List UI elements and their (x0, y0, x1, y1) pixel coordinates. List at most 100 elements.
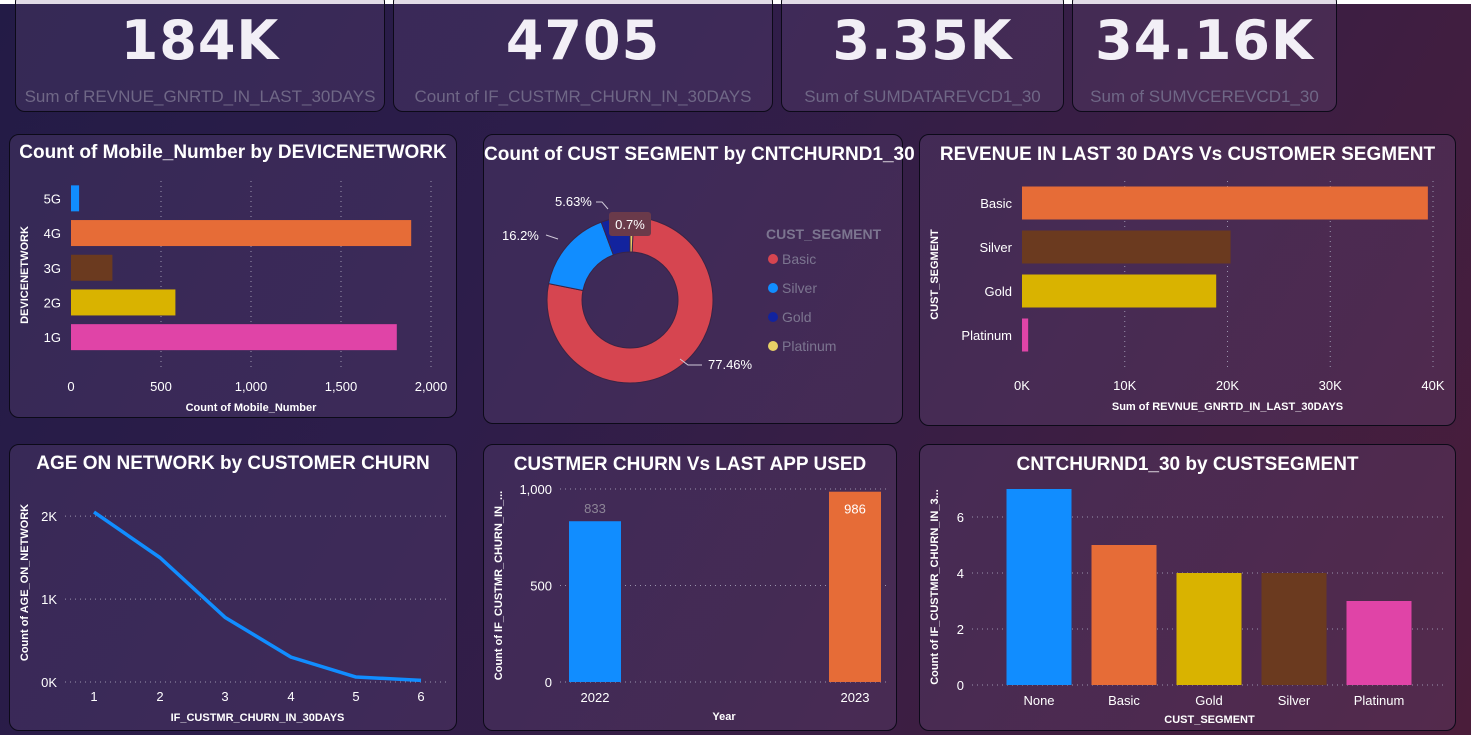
bar-platinum (1346, 601, 1412, 685)
x-axis-label: Sum of REVNUE_GNRTD_IN_LAST_30DAYS (1112, 401, 1343, 413)
data-label: 77.46% (708, 357, 753, 372)
slice-silver (548, 221, 615, 292)
x-tick-label: 2 (156, 689, 163, 704)
x-axis-label: IF_CUSTMR_CHURN_IN_30DAYS (171, 712, 345, 724)
bar-gold (1176, 573, 1242, 685)
x-tick-label: 5 (352, 689, 359, 704)
y-tick-label: Gold (985, 284, 1012, 299)
y-tick-label: 0 (545, 675, 552, 690)
bar-5g (71, 185, 80, 212)
chart-cntchurn-segment: 0 2 4 6 None Basic Gold Silver Platinum CUST_SEGM… (929, 489, 1447, 726)
series-line (93, 510, 422, 683)
kpi-value-data-revenue: 3.35K (832, 9, 1013, 72)
bar-platinum (1022, 318, 1029, 352)
y-axis-label: Count of AGE_ON_NETWORK (19, 504, 31, 661)
x-tick-label: None (1023, 693, 1054, 708)
kpi-label-churn: Count of IF_CUSTMR_CHURN_IN_30DAYS (414, 87, 752, 106)
panel-cntchurn-segment[interactable]: CNTCHURND1_30 by CUSTSEGMENT 0 2 4 6 None Bas… (919, 444, 1456, 731)
leader-line (596, 201, 609, 210)
y-tick-label: 1K (41, 592, 57, 607)
bar-2022 (569, 521, 621, 682)
kpi-label-data-revenue: Sum of SUMDATAREVCD1_30 (804, 87, 1041, 106)
chart-devicenetwork: 0 500 1,000 1,500 2,000 5G 4G 3G 2G 1G Count of Mo… (19, 181, 448, 414)
y-tick-label: 500 (530, 579, 552, 594)
panel-age-on-network[interactable]: AGE ON NETWORK by CUSTOMER CHURN 0K 1K 2K 1… (9, 444, 457, 731)
x-tick-label: 2022 (581, 690, 610, 705)
bar-gold (1022, 274, 1217, 308)
x-tick-label: 10K (1113, 378, 1136, 393)
y-axis-label: DEVICENETWORK (19, 226, 31, 324)
bar-silver (1261, 573, 1327, 685)
leader-line (545, 234, 559, 240)
legend-swatch-silver (768, 283, 778, 293)
x-tick-label: 2023 (841, 690, 870, 705)
x-tick-label: 20K (1216, 378, 1239, 393)
data-label: 0.7% (615, 217, 645, 232)
kpi-card-revenue[interactable]: 184K Sum of REVNUE_GNRTD_IN_LAST_30DAYS (15, 0, 385, 112)
kpi-value-voice-revenue: 34.16K (1095, 9, 1314, 72)
y-tick-label: 5G (44, 191, 61, 206)
legend-item-platinum: Platinum (782, 338, 836, 354)
y-tick-label: 2 (957, 622, 964, 637)
y-tick-label: 3G (44, 261, 61, 276)
y-tick-label: 1,000 (519, 482, 552, 497)
legend-swatch-gold (768, 312, 778, 322)
bar-silver (1022, 230, 1231, 264)
kpi-card-data-revenue[interactable]: 3.35K Sum of SUMDATAREVCD1_30 (781, 0, 1064, 112)
x-tick-label: Silver (1278, 693, 1311, 708)
bar-4g (71, 220, 412, 247)
x-axis-label: CUST_SEGMENT (1164, 714, 1255, 726)
bar-2023 (829, 491, 881, 682)
kpi-card-voice-revenue[interactable]: 34.16K Sum of SUMVCEREVCD1_30 (1072, 0, 1337, 112)
y-axis-label: CUST_SEGMENT (929, 229, 941, 320)
x-tick-label: 30K (1319, 378, 1342, 393)
legend-swatch-basic (768, 254, 778, 264)
bar-2g (71, 289, 176, 316)
kpi-value-revenue: 184K (120, 9, 280, 72)
data-label: 833 (584, 501, 606, 516)
x-tick-label: 2,000 (415, 379, 448, 394)
data-label: 5.63% (555, 194, 592, 209)
x-axis-label: Count of Mobile_Number (186, 402, 317, 414)
panel-devicenetwork[interactable]: Count of Mobile_Number by DEVICENETWORK … (9, 134, 457, 418)
y-tick-label: 1G (44, 330, 61, 345)
x-tick-label: Platinum (1354, 693, 1405, 708)
panel-cust-segment-donut[interactable]: Count of CUST SEGMENT by CNTCHURND1_30 7… (483, 134, 915, 424)
y-tick-label: 0 (957, 678, 964, 693)
legend-item-gold: Gold (782, 309, 812, 325)
panel-revenue-segment[interactable]: REVENUE IN LAST 30 DAYS Vs CUSTOMER SEGM… (919, 134, 1456, 426)
x-tick-label: 1,000 (235, 379, 268, 394)
y-tick-label: 2G (44, 295, 61, 310)
y-axis-label: Count of IF_CUSTMR_CHURN_IN_... (493, 491, 505, 680)
kpi-card-churn[interactable]: 4705 Count of IF_CUSTMR_CHURN_IN_30DAYS (393, 0, 773, 112)
x-tick-label: 4 (287, 689, 294, 704)
bar-basic (1091, 545, 1157, 685)
y-tick-label: 4G (44, 226, 61, 241)
data-label: 16.2% (502, 228, 539, 243)
x-tick-label: 500 (150, 379, 172, 394)
y-axis-label: Count of IF_CUSTMR_CHURN_IN_3... (929, 489, 941, 685)
chart-churn-app: 0 500 1,000 2022 833 2023 986 Year Count of IF_C… (493, 482, 888, 723)
y-tick-label: 0K (41, 675, 57, 690)
bar-1g (71, 324, 397, 351)
x-tick-label: 1 (90, 689, 97, 704)
y-tick-label: Platinum (961, 328, 1012, 343)
panel-churn-app[interactable]: CUSTMER CHURN Vs LAST APP USED 0 500 1,000… (483, 444, 897, 731)
y-tick-label: 4 (957, 566, 964, 581)
y-tick-label: Basic (980, 196, 1012, 211)
kpi-label-voice-revenue: Sum of SUMVCEREVCD1_30 (1090, 87, 1319, 106)
data-label: 986 (844, 502, 866, 517)
x-tick-label: 3 (221, 689, 228, 704)
y-tick-label: 2K (41, 509, 57, 524)
kpi-label-revenue: Sum of REVNUE_GNRTD_IN_LAST_30DAYS (24, 87, 376, 106)
chart-age-on-network: 0K 1K 2K 1 2 3 4 5 6 IF_CUSTMR_CHURN_IN_30DAYS Cou… (19, 504, 450, 724)
y-tick-label: Silver (979, 240, 1012, 255)
x-tick-label: Basic (1108, 693, 1140, 708)
legend-item-silver: Silver (782, 280, 817, 296)
x-tick-label: 0 (67, 379, 74, 394)
legend-item-basic: Basic (782, 251, 816, 267)
x-tick-label: 0K (1014, 378, 1030, 393)
chart-revenue-segment: 0K 10K 20K 30K 40K Basic Silver Gold Platinum Sum… (929, 181, 1445, 413)
y-tick-label: 6 (957, 510, 964, 525)
x-tick-label: Gold (1195, 693, 1222, 708)
